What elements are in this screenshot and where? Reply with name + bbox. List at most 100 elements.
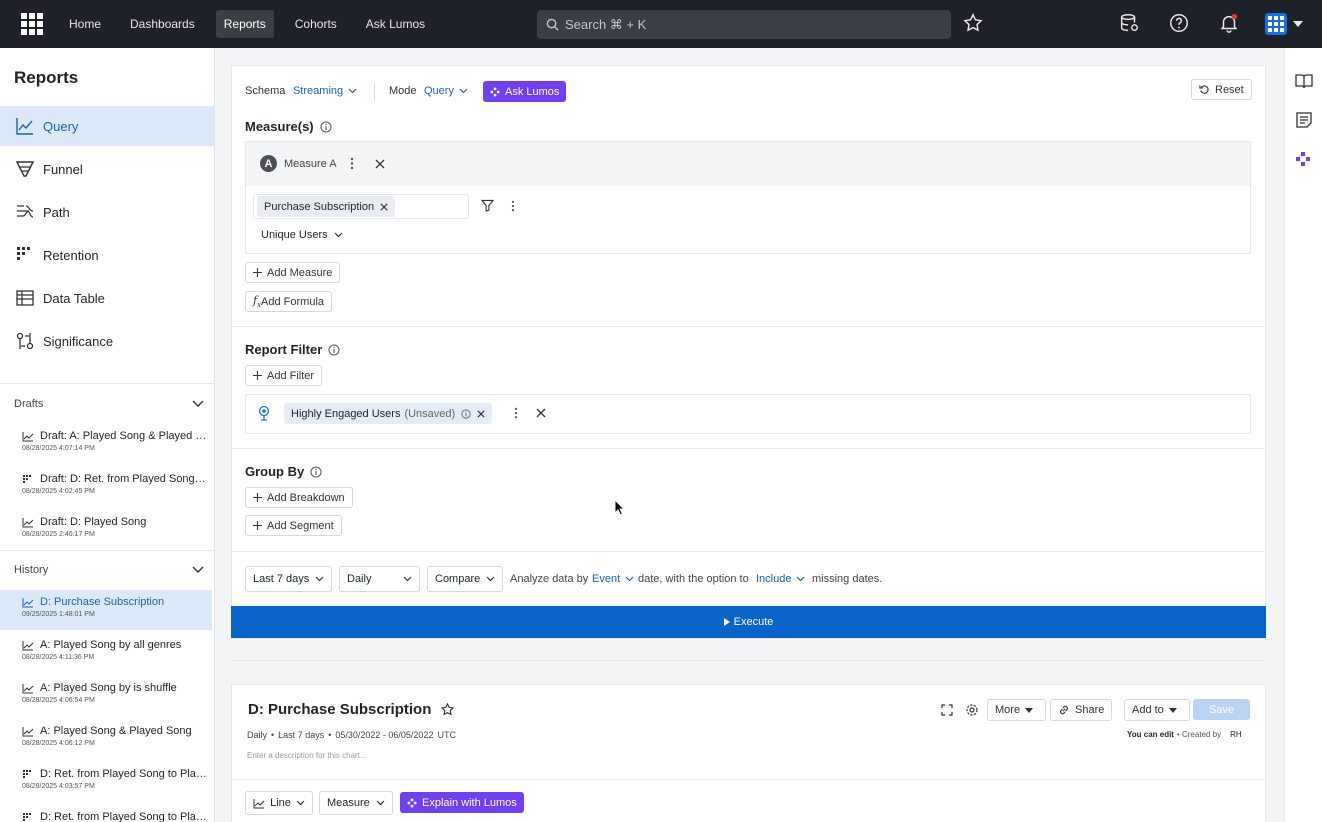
event-chip[interactable]: Purchase Subscription — [257, 196, 396, 217]
help-icon[interactable] — [1168, 12, 1190, 34]
date-range-select[interactable]: Last 7 days — [245, 566, 332, 592]
aggregation-select[interactable]: Unique Users — [255, 224, 349, 246]
chevron-down-icon — [192, 566, 204, 574]
close-icon[interactable] — [536, 408, 546, 418]
analyze-by-select[interactable]: Event — [592, 573, 634, 585]
play-icon — [723, 618, 730, 626]
nav-home[interactable]: Home — [61, 10, 109, 38]
history-section-header[interactable]: History — [14, 564, 204, 576]
chevron-down-icon — [192, 400, 204, 408]
add-formula-button[interactable]: fx Add Formula — [245, 291, 333, 312]
sidebar-item-query[interactable]: Query — [0, 106, 214, 146]
history-item[interactable]: D: Ret. from Played Song to Played Song … — [0, 762, 212, 802]
divider — [0, 550, 214, 551]
line-chart-icon — [22, 597, 34, 608]
draft-date: 08/28/2025 4:07:14 PM — [22, 445, 95, 452]
gear-icon[interactable] — [965, 703, 979, 717]
close-icon[interactable] — [374, 202, 388, 211]
add-filter-button[interactable]: Add Filter — [245, 365, 323, 386]
chevron-down-icon — [334, 232, 343, 238]
history-title: A: Played Song by is shuffle — [40, 682, 177, 694]
line-chart-icon — [22, 640, 34, 651]
star-icon[interactable] — [962, 12, 984, 34]
history-item[interactable]: D: Ret. from Played Song to Played Song — [0, 805, 212, 822]
retention-icon — [22, 474, 34, 485]
app-logo-icon[interactable] — [21, 13, 43, 35]
missing-dates-select[interactable]: Include — [756, 573, 805, 585]
history-item[interactable]: A: Played Song & Played Song 08/28/2025 … — [0, 719, 212, 759]
plus-icon — [253, 268, 267, 277]
sidebar-item-significance[interactable]: Significance — [0, 321, 214, 361]
fullscreen-icon[interactable] — [941, 704, 953, 716]
history-date: 08/28/2025 4:06:12 PM — [22, 740, 95, 747]
notes-icon[interactable] — [1295, 111, 1313, 129]
workspace-switcher[interactable] — [1265, 13, 1303, 35]
star-icon[interactable] — [440, 702, 455, 717]
info-icon[interactable] — [322, 344, 340, 356]
info-icon[interactable] — [304, 466, 322, 478]
database-icon[interactable] — [1118, 12, 1140, 34]
explain-with-lumos-button[interactable]: Explain with Lumos — [400, 792, 524, 813]
chevron-down-icon — [343, 88, 357, 94]
chart-meta: Daily • Last 7 days • 05/30/2022 - 06/05/2… — [247, 730, 456, 740]
reset-button[interactable]: Reset — [1191, 79, 1252, 100]
drafts-section-header[interactable]: Drafts — [14, 398, 204, 410]
history-date: 08/28/2025 4:11:36 PM — [22, 654, 95, 661]
nav-ask-lumos[interactable]: Ask Lumos — [358, 10, 433, 38]
add-to-button[interactable]: Add to — [1124, 699, 1190, 721]
search-input[interactable]: Search ⌘ + K — [537, 10, 951, 39]
nav-dashboards[interactable]: Dashboards — [122, 10, 203, 38]
sidebar-item-retention[interactable]: Retention — [0, 235, 214, 275]
more-vertical-icon[interactable] — [514, 407, 518, 419]
notifications-bell-icon[interactable] — [1218, 12, 1240, 34]
share-button[interactable]: Share — [1050, 699, 1113, 721]
compare-select[interactable]: Compare — [427, 566, 503, 592]
chart-type-select[interactable]: Line — [245, 791, 313, 815]
avatar[interactable]: RH — [1230, 730, 1242, 739]
draft-item[interactable]: Draft: D: Played Song 08/28/2025 2:46:17… — [0, 510, 212, 550]
info-icon[interactable] — [314, 121, 332, 133]
granularity-select[interactable]: Daily — [339, 566, 420, 592]
ask-lumos-button[interactable]: Ask Lumos — [483, 81, 567, 102]
add-measure-button[interactable]: Add Measure — [245, 262, 341, 283]
more-vertical-icon[interactable] — [350, 157, 354, 170]
info-icon[interactable] — [455, 408, 471, 419]
draft-item[interactable]: Draft: A: Played Song & Played Song 08/2… — [0, 424, 212, 464]
chart-description-input[interactable]: Enter a description for this chart... — [247, 751, 367, 760]
nav-reports[interactable]: Reports — [215, 10, 274, 38]
add-breakdown-button[interactable]: Add Breakdown — [245, 487, 353, 508]
sidebar-item-data-table[interactable]: Data Table — [0, 278, 214, 318]
mode-select[interactable]: Query — [424, 85, 468, 97]
chevron-down-icon — [791, 576, 805, 582]
line-chart-icon — [22, 517, 34, 528]
more-button[interactable]: More — [987, 699, 1047, 721]
lumos-icon — [490, 87, 505, 97]
sidebar-item-path[interactable]: Path — [0, 192, 214, 232]
save-button[interactable]: Save — [1193, 699, 1250, 720]
measure-name[interactable]: Measure A — [284, 158, 337, 170]
meta-separator: • — [328, 730, 332, 740]
plus-icon — [253, 521, 267, 530]
nav-cohorts[interactable]: Cohorts — [287, 10, 345, 38]
draft-item[interactable]: Draft: D: Ret. from Played Song to Playe… — [0, 467, 212, 507]
sidebar-item-label: Path — [43, 204, 70, 220]
chart-title[interactable]: D: Purchase Subscription — [248, 701, 431, 718]
schema-select[interactable]: Streaming — [293, 85, 357, 97]
sidebar-item-funnel[interactable]: Funnel — [0, 149, 214, 189]
add-segment-button[interactable]: Add Segment — [245, 515, 342, 536]
ownership-info: You can edit • Created by RH — [1127, 730, 1242, 739]
lumos-icon[interactable] — [1295, 151, 1311, 167]
event-chip-label: Purchase Subscription — [264, 200, 375, 213]
metric-select[interactable]: Measure — [319, 791, 393, 815]
compare-value: Compare — [435, 573, 481, 585]
book-icon[interactable] — [1295, 72, 1313, 90]
history-item[interactable]: A: Played Song by all genres 08/28/2025 … — [0, 633, 212, 673]
history-item[interactable]: D: Purchase Subscription 09/25/2025 1:48… — [0, 590, 212, 630]
execute-button[interactable]: Execute — [231, 606, 1266, 638]
filter-chip[interactable]: Highly Engaged Users (Unsaved) — [284, 403, 493, 424]
more-vertical-icon[interactable] — [511, 200, 515, 212]
history-item[interactable]: A: Played Song by is shuffle 08/28/2025 … — [0, 676, 212, 716]
close-icon[interactable] — [471, 409, 485, 418]
filter-icon[interactable] — [481, 199, 494, 212]
close-icon[interactable] — [375, 159, 385, 169]
